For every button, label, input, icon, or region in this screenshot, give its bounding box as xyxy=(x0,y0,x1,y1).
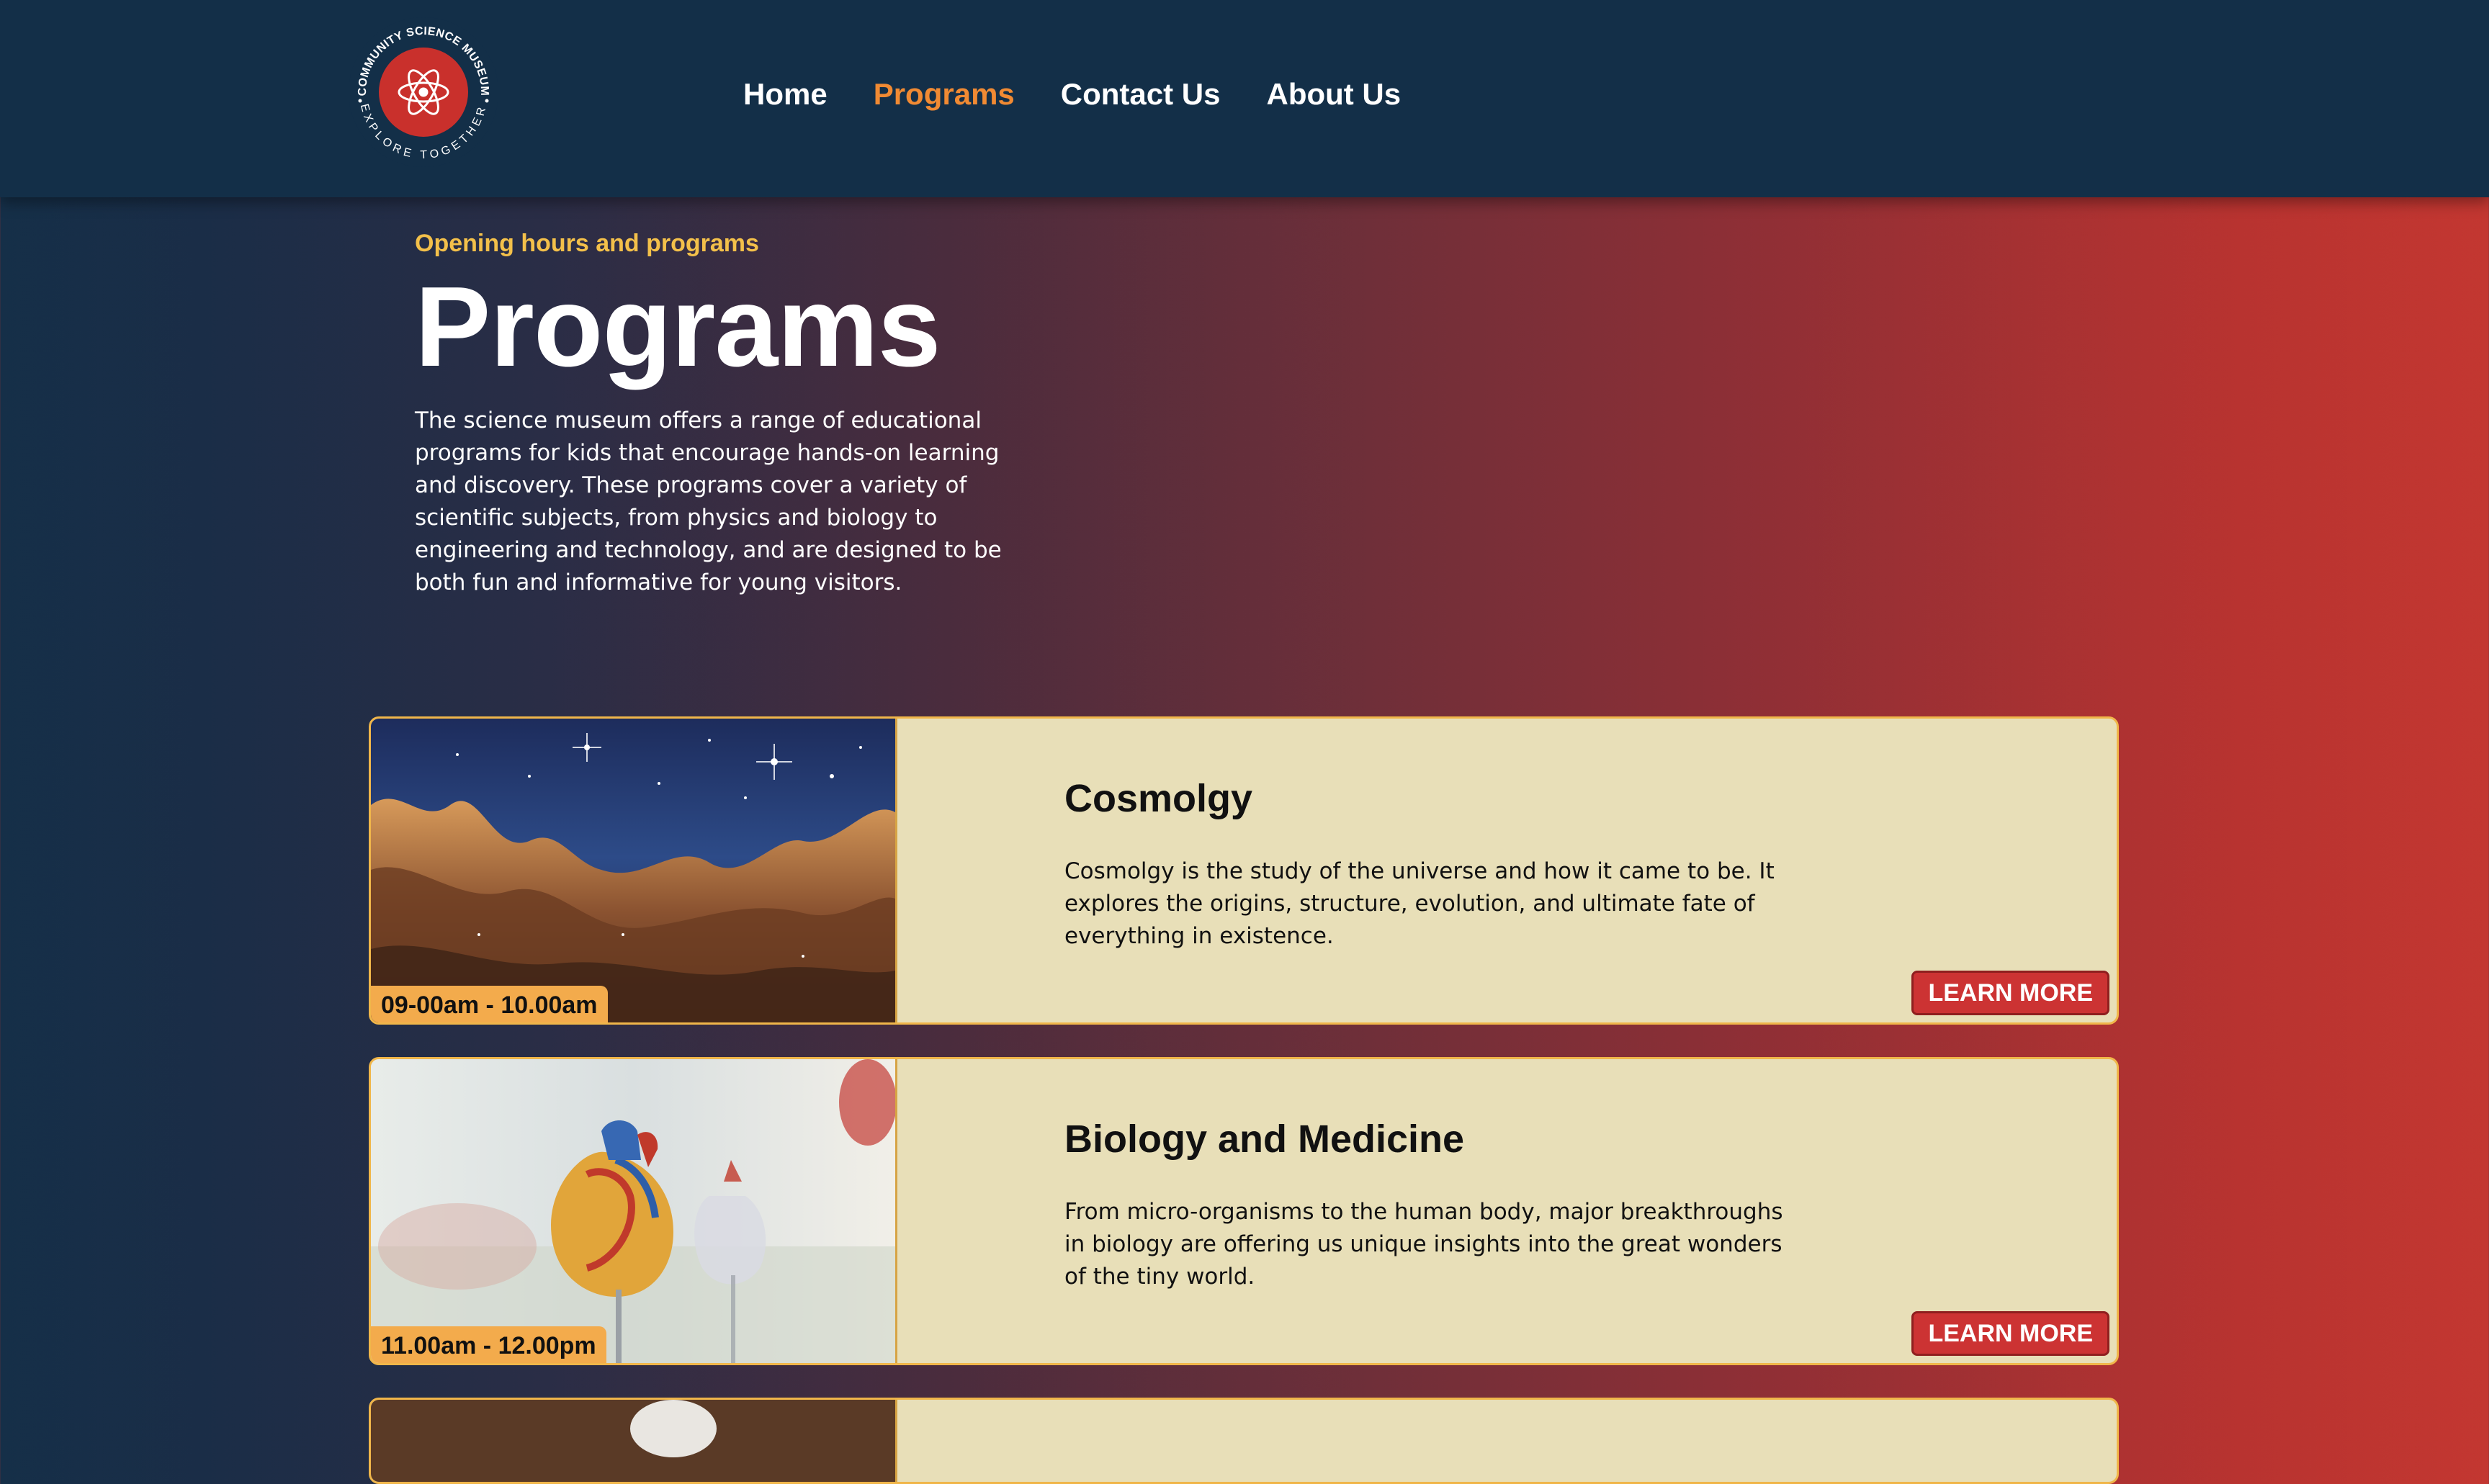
main-nav: Home Programs Contact Us About Us xyxy=(743,72,1447,117)
learn-more-button[interactable]: LEARN MORE xyxy=(1911,971,2109,1015)
nav-programs[interactable]: Programs xyxy=(874,72,1015,117)
program-title: Cosmolgy xyxy=(1064,777,1253,820)
program-description: From micro-organisms to the human body, … xyxy=(1064,1199,1783,1290)
program-time-badge: 11.00am - 12.00pm xyxy=(371,1326,606,1363)
nav-about-us[interactable]: About Us xyxy=(1266,72,1401,117)
hero-description: The science museum offers a range of edu… xyxy=(415,408,1002,595)
program-time-badge: 09-00am - 10.00am xyxy=(371,986,608,1022)
museum-logo[interactable]: COMMUNITY SCIENCE MUSEUM EXPLORE TOGETHE… xyxy=(346,14,501,170)
program-card-next xyxy=(369,1398,2119,1484)
hero-section: Opening hours and programs Programs The … xyxy=(415,223,1034,599)
site-header: COMMUNITY SCIENCE MUSEUM EXPLORE TOGETHE… xyxy=(0,0,2489,197)
program-description: Cosmolgy is the study of the universe an… xyxy=(1064,858,1775,949)
hero-eyebrow: Opening hours and programs xyxy=(415,230,759,257)
program-image-next xyxy=(371,1400,897,1482)
program-image-nebula: 09-00am - 10.00am xyxy=(371,719,897,1022)
program-card-biology: 11.00am - 12.00pm Biology and Medicine F… xyxy=(369,1057,2119,1365)
program-image-heart-model: 11.00am - 12.00pm xyxy=(371,1059,897,1363)
program-title: Biology and Medicine xyxy=(1064,1118,1465,1161)
program-card-cosmology: 09-00am - 10.00am Cosmolgy Cosmolgy is t… xyxy=(369,716,2119,1025)
learn-more-button[interactable]: LEARN MORE xyxy=(1911,1311,2109,1356)
nav-contact-us[interactable]: Contact Us xyxy=(1061,72,1221,117)
nav-home[interactable]: Home xyxy=(743,72,828,117)
page-title: Programs xyxy=(415,264,941,390)
